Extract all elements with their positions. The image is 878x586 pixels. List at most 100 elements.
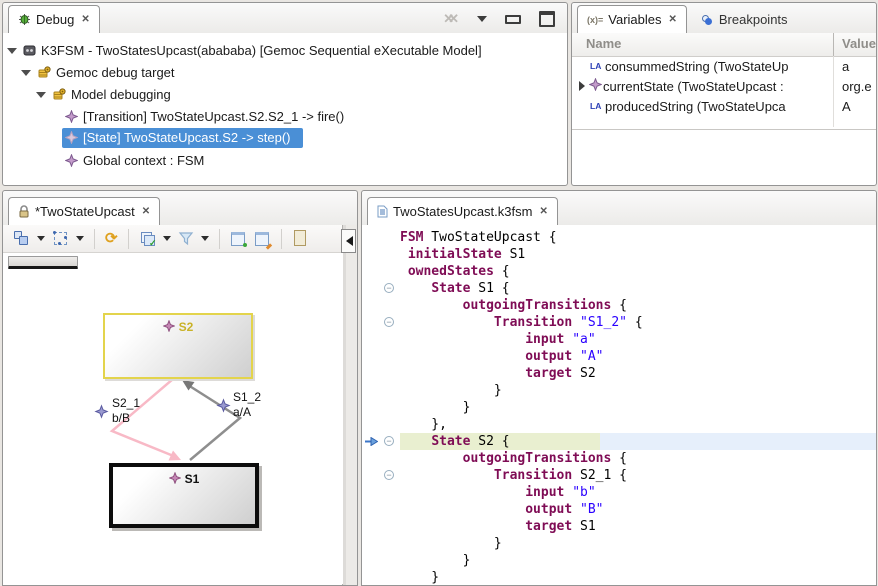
state-node-s1[interactable]: S1 [109,463,259,528]
row-expander-icon[interactable] [577,81,587,91]
tree-expander-icon[interactable] [36,89,47,100]
code-line[interactable]: } [362,569,876,585]
column-header-name[interactable]: Name [586,36,621,51]
code-line[interactable]: }, [362,416,876,433]
code-area[interactable]: FSM TwoStateUpcast { initialState S1 own… [362,225,876,585]
code-line[interactable]: output "B" [362,501,876,518]
code-line[interactable]: initialState S1 [362,246,876,263]
tree-expander-icon[interactable] [21,67,32,78]
edit-mode-icon[interactable] [254,230,271,247]
code-line[interactable]: } [362,535,876,552]
code-line[interactable]: FSM TwoStateUpcast { [362,229,876,246]
code-line[interactable]: target S2 [362,365,876,382]
tab-variables[interactable]: (x)= Variables ✕ [577,5,687,34]
close-icon[interactable]: ✕ [539,206,547,217]
close-icon[interactable]: ✕ [81,14,89,25]
code-line[interactable]: ownedStates { [362,263,876,280]
filters-icon[interactable] [178,231,194,246]
code-line[interactable]: − Transition "S1_2" { [362,314,876,331]
close-icon[interactable]: ✕ [142,206,150,217]
transition-decorator-icon [96,406,107,417]
variable-row[interactable]: currentState (TwoStateUpcast :org.e [572,76,876,96]
fold-collapse-icon[interactable]: − [384,283,394,293]
show-properties-icon[interactable] [230,230,247,247]
variables-table-header: Name Value [572,33,876,57]
layers-icon[interactable]: ✓ [139,230,156,247]
debug-view-toolbar: ✕✕ [443,11,567,33]
code-text: initialState S1 [400,246,876,263]
refresh-diagram-icon[interactable]: ⟳ [105,230,118,247]
paste-icon[interactable] [292,230,309,247]
debug-tree-row[interactable]: Gemoc debug target [3,61,567,83]
debug-tree-row[interactable]: Global context : FSM [3,149,567,171]
editor-margin: − [362,467,400,484]
variable-row[interactable]: LAproducedString (TwoStateUpcaA [572,96,876,116]
tree-expander-icon[interactable] [7,45,18,56]
debug-tree-label: K3FSM - TwoStatesUpcast(abababa) [Gemoc … [41,43,482,58]
code-line[interactable]: input "a" [362,331,876,348]
code-text: State S2 { [400,433,876,450]
model-debugging-icon [52,88,66,101]
close-icon[interactable]: ✕ [669,14,677,25]
column-divider-handle[interactable] [833,33,834,56]
fold-collapse-icon[interactable]: − [384,470,394,480]
code-line[interactable]: } [362,382,876,399]
editor-margin [362,416,400,433]
selected-stack-frame[interactable]: [State] TwoStateUpcast.S2 -> step() [62,128,303,148]
variable-row[interactable]: LAconsummedString (TwoStateUpa [572,56,876,76]
string-variable-icon: LA [590,101,605,111]
code-line[interactable]: outgoingTransitions { [362,297,876,314]
code-line[interactable]: target S1 [362,518,876,535]
column-header-value[interactable]: Value [842,36,876,51]
layers-menu-icon[interactable] [163,236,171,245]
code-line[interactable]: } [362,552,876,569]
remove-all-terminated-icon[interactable]: ✕✕ [443,11,459,27]
code-text: }, [400,416,876,433]
code-line[interactable]: outgoingTransitions { [362,450,876,467]
lock-icon [18,205,30,218]
toolbar-separator [219,229,220,249]
debug-tree-label: [State] TwoStateUpcast.S2 -> step() [83,130,291,145]
tab-breakpoints[interactable]: Breakpoints [692,6,797,33]
select-align-icon[interactable] [52,230,69,247]
arrange-all-icon[interactable] [13,230,30,247]
tab-diagram[interactable]: *TwoStateUpcast ✕ [8,197,160,226]
launch-config-icon [23,44,36,57]
state-node-s2[interactable]: S2 [103,313,253,379]
code-text: output "A" [400,348,876,365]
debug-tree-label: Gemoc debug target [56,65,175,80]
code-text: outgoingTransitions { [400,450,876,467]
debug-tree-row[interactable]: [Transition] TwoStateUpcast.S2.S2_1 -> f… [3,105,567,127]
debug-tree-row[interactable]: [State] TwoStateUpcast.S2 -> step() [3,127,567,149]
maximize-icon[interactable] [539,11,555,27]
arrange-menu-icon[interactable] [37,236,45,245]
minimize-icon[interactable] [505,15,521,24]
editor-margin [362,263,400,280]
breakpoints-tab-label: Breakpoints [719,12,788,27]
toolbar-separator [94,229,95,249]
tab-k3fsm-file[interactable]: TwoStatesUpcast.k3fsm ✕ [367,197,558,226]
code-line[interactable]: − Transition S2_1 { [362,467,876,484]
filters-menu-icon[interactable] [201,236,209,245]
code-text: State S1 { [400,280,876,297]
view-menu-icon[interactable] [477,16,487,27]
debug-tree-row[interactable]: Model debugging [3,83,567,105]
transition-s1-2-label[interactable]: S1_2 a/A [233,390,261,420]
details-pane-splitter[interactable] [572,129,876,130]
code-line[interactable]: } [362,399,876,416]
diamond-icon [65,131,78,144]
code-line[interactable]: output "A" [362,348,876,365]
diagram-canvas[interactable]: S2 S1 S2_1 b/B S1_2 a/A [4,253,343,584]
code-line[interactable]: − State S2 { [362,433,876,450]
debug-tree-row[interactable]: K3FSM - TwoStatesUpcast(abababa) [Gemoc … [3,39,567,61]
code-line[interactable]: input "b" [362,484,876,501]
palette-collapsed-strip[interactable] [342,225,357,585]
select-menu-icon[interactable] [76,236,84,245]
tab-debug[interactable]: Debug ✕ [8,5,100,34]
variable-value: org.e [842,79,876,94]
fold-collapse-icon[interactable]: − [384,317,394,327]
palette-expand-button[interactable] [341,229,356,253]
transition-s2-1-label[interactable]: S2_1 b/B [112,396,140,426]
fold-collapse-icon[interactable]: − [384,436,394,446]
code-line[interactable]: − State S1 { [362,280,876,297]
